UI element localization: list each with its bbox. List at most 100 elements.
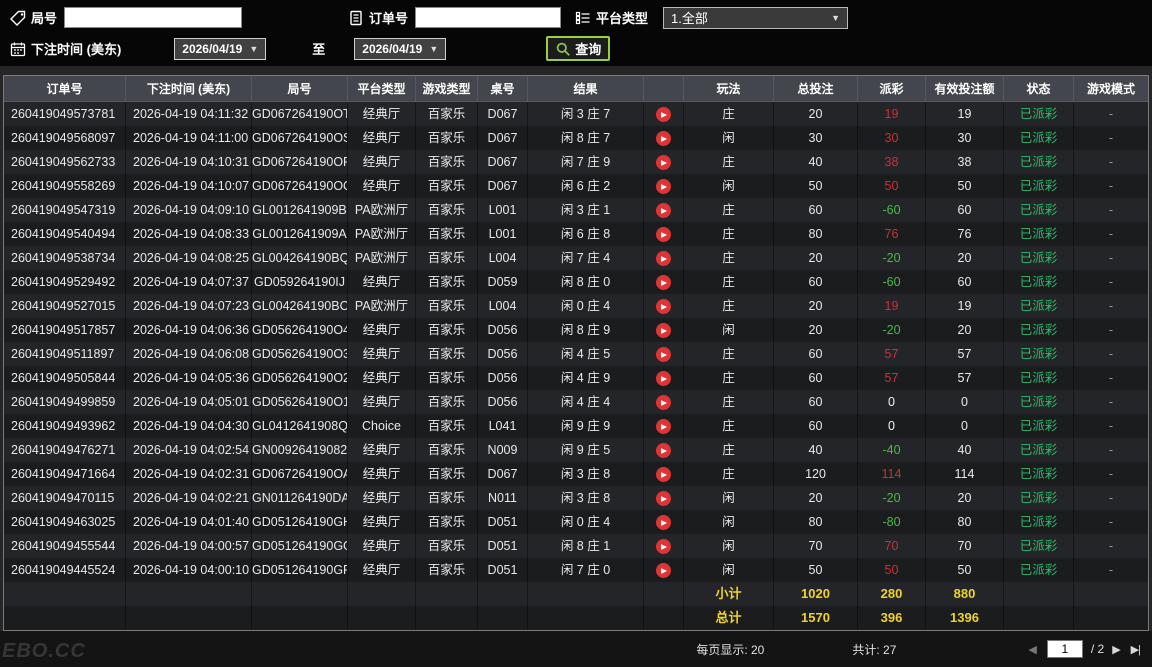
cell-gtype: 百家乐: [416, 246, 478, 270]
play-video-icon[interactable]: [656, 443, 671, 459]
cell-bet: 80: [774, 222, 858, 246]
cell-time: 2026-04-19 04:08:33: [126, 222, 252, 246]
empty-cell: [4, 606, 126, 630]
chevron-down-icon: ▼: [831, 12, 841, 23]
cell-side: 庄: [684, 222, 774, 246]
cell-mode: -: [1108, 323, 1114, 337]
play-video-icon[interactable]: [656, 467, 671, 483]
cell-pay: 30: [858, 126, 926, 150]
cell-gtype: 百家乐: [416, 270, 478, 294]
cell-side: 闲: [684, 510, 774, 534]
cell-game: GD067264190OQ: [252, 174, 348, 198]
column-header: 状态: [1004, 76, 1074, 102]
cell-bet: 50: [774, 558, 858, 582]
bet-time-label: 下注时间 (美东): [31, 42, 122, 57]
order-no-input[interactable]: [415, 7, 562, 28]
play-video-icon[interactable]: [656, 563, 671, 579]
chevron-down-icon: ▼: [429, 43, 439, 54]
cell-plat: 经典厅: [348, 126, 416, 150]
cell-time: 2026-04-19 04:04:30: [126, 414, 252, 438]
cell-plat: 经典厅: [348, 438, 416, 462]
cell-order: 260419049562733: [4, 150, 126, 174]
cell-order: 260419049547319: [4, 198, 126, 222]
play-video-icon[interactable]: [656, 203, 671, 219]
cell-bet: 60: [774, 198, 858, 222]
cell-bet: 20: [774, 102, 858, 126]
play-video-icon[interactable]: [656, 491, 671, 507]
cell-status: 已派彩: [1004, 462, 1074, 486]
cell-time: 2026-04-19 04:00:10: [126, 558, 252, 582]
page-number-input[interactable]: [1046, 640, 1083, 658]
last-page-button[interactable]: ▶|: [1131, 643, 1141, 656]
summary-total-bet: 1570: [774, 606, 858, 630]
cell-status: 已派彩: [1004, 558, 1074, 582]
column-header: [644, 76, 684, 102]
play-video-icon[interactable]: [656, 395, 671, 411]
next-page-button[interactable]: ▶: [1112, 643, 1120, 656]
cell-order: 260419049445524: [4, 558, 126, 582]
cell-bet: 40: [774, 150, 858, 174]
play-video-icon[interactable]: [656, 275, 671, 291]
cell-plat: 经典厅: [348, 270, 416, 294]
prev-page-button[interactable]: ◀: [1028, 643, 1036, 656]
cell-order: 260419049517857: [4, 318, 126, 342]
cell-plat: 经典厅: [348, 174, 416, 198]
cell-bet: 70: [774, 534, 858, 558]
play-video-icon[interactable]: [656, 251, 671, 267]
cell-pay: 76: [858, 222, 926, 246]
cell-tbl: D051: [478, 558, 528, 582]
cell-valid: 30: [926, 126, 1004, 150]
play-video-icon[interactable]: [656, 419, 671, 435]
cell-pay: 70: [858, 534, 926, 558]
cell-result: 闲 0 庄 4: [528, 294, 644, 318]
cell-result: 闲 4 庄 9: [528, 366, 644, 390]
date-to-value: 2026/04/19: [362, 41, 423, 56]
game-no-input[interactable]: [64, 7, 243, 28]
play-video-icon[interactable]: [656, 539, 671, 555]
search-button[interactable]: 查询: [546, 36, 611, 61]
table-row: 260419049517857 2026-04-19 04:06:36 GD0562…: [4, 318, 1148, 342]
play-video-icon[interactable]: [656, 347, 671, 363]
cell-result: 闲 6 庄 8: [528, 222, 644, 246]
play-video-icon[interactable]: [656, 131, 671, 147]
table-row: 260419049527015 2026-04-19 04:07:23 GL0042…: [4, 294, 1148, 318]
empty-cell: [1074, 606, 1148, 630]
cell-game: GD051264190GH: [252, 510, 348, 534]
column-header: 玩法: [684, 76, 774, 102]
cell-gtype: 百家乐: [416, 150, 478, 174]
cell-side: 闲: [684, 126, 774, 150]
list-icon: [575, 10, 591, 26]
play-cell: [644, 198, 684, 222]
cell-plat: PA欧洲厅: [348, 222, 416, 246]
cell-bet: 60: [774, 414, 858, 438]
empty-cell: [348, 606, 416, 630]
cell-gtype: 百家乐: [416, 126, 478, 150]
empty-cell: [528, 606, 644, 630]
cell-status: 已派彩: [1004, 270, 1074, 294]
cell-status: 已派彩: [1004, 486, 1074, 510]
cell-mode: -: [1108, 419, 1114, 433]
play-video-icon[interactable]: [656, 107, 671, 123]
empty-cell: [126, 582, 252, 606]
play-video-icon[interactable]: [656, 515, 671, 531]
play-video-icon[interactable]: [656, 227, 671, 243]
cell-tbl: D056: [478, 390, 528, 414]
cell-side: 庄: [684, 438, 774, 462]
play-video-icon[interactable]: [656, 299, 671, 315]
date-from-picker[interactable]: 2026/04/19 ▼: [174, 37, 267, 60]
empty-cell: [252, 582, 348, 606]
date-to-picker[interactable]: 2026/04/19 ▼: [354, 37, 447, 60]
cell-gtype: 百家乐: [416, 174, 478, 198]
play-video-icon[interactable]: [656, 371, 671, 387]
platform-select[interactable]: 1.全部 ▼: [663, 6, 849, 29]
table-row: 260419049476271 2026-04-19 04:02:54 GN0092…: [4, 438, 1148, 462]
cell-order: 260419049511897: [4, 342, 126, 366]
cell-gtype: 百家乐: [416, 198, 478, 222]
play-cell: [644, 318, 684, 342]
cell-game: GD051264190GG: [252, 534, 348, 558]
play-video-icon[interactable]: [656, 323, 671, 339]
play-video-icon[interactable]: [656, 155, 671, 171]
play-video-icon[interactable]: [656, 179, 671, 195]
cell-plat: 经典厅: [348, 150, 416, 174]
column-header: 游戏模式: [1086, 82, 1135, 96]
